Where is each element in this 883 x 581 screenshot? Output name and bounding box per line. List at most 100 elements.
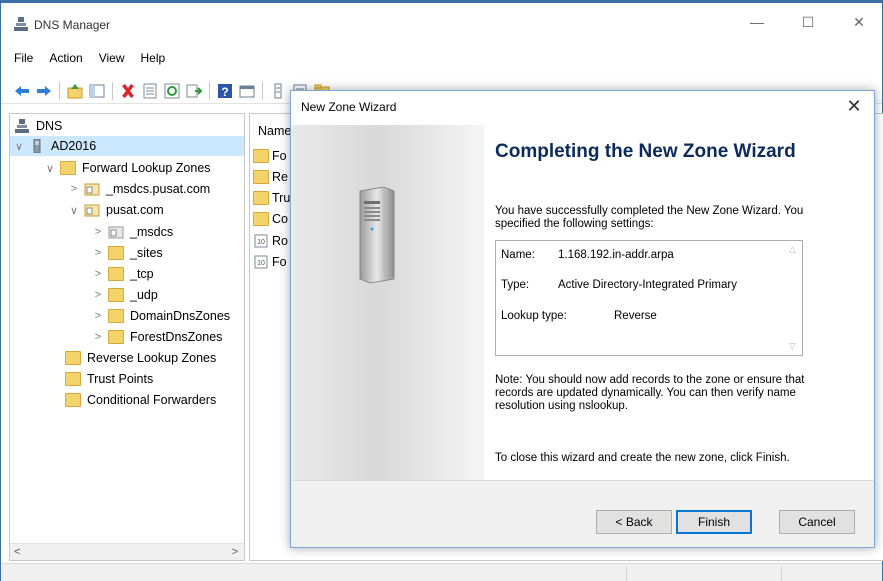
folder-icon [65, 393, 81, 407]
list-item[interactable]: 10 Ro [253, 231, 288, 251]
dialog-title-bar: New Zone Wizard ✕ [291, 91, 874, 125]
wizard-closing-text: To close this wizard and create the new … [495, 452, 790, 464]
tree-node-udp[interactable]: > _udp [91, 285, 158, 305]
tree-node-forestdnszones[interactable]: > ForestDnsZones [91, 327, 222, 347]
menu-file[interactable]: File [1, 48, 41, 70]
minimize-button[interactable]: — [742, 14, 772, 34]
folder-icon [108, 309, 124, 323]
cancel-button[interactable]: Cancel [779, 510, 855, 534]
tree-node-trust-points[interactable]: Trust Points [65, 369, 153, 389]
new-zone-wizard-dialog: New Zone Wizard ✕ Completing the New Zon… [290, 90, 875, 548]
list-item[interactable]: 10 Fo [253, 252, 287, 272]
maximize-button[interactable]: ☐ [793, 14, 823, 34]
settings-scrollbar[interactable]: △ ▽ [785, 241, 802, 355]
tree-label: AD2016 [51, 139, 97, 153]
list-item[interactable]: Co [253, 209, 288, 229]
status-bar [1, 563, 882, 581]
folder-icon [65, 372, 81, 386]
menu-view[interactable]: View [91, 48, 133, 70]
forwarders-icon: 10 [254, 255, 268, 269]
horizontal-scrollbar[interactable]: < > [10, 543, 244, 560]
scroll-down-icon[interactable]: ▽ [789, 341, 796, 352]
record-icon[interactable] [269, 82, 287, 100]
tree-node-reverse-lookup-zones[interactable]: Reverse Lookup Zones [65, 348, 216, 368]
tree-node-conditional-forwarders[interactable]: Conditional Forwarders [65, 390, 216, 410]
chevron-down-icon[interactable]: ∨ [43, 162, 57, 175]
tree-node-forward-lookup-zones[interactable]: ∨ Forward Lookup Zones [43, 158, 211, 178]
folder-icon [108, 288, 124, 302]
properties-icon[interactable] [141, 82, 159, 100]
chevron-right-icon[interactable]: > [91, 310, 105, 322]
window-close-button[interactable]: ✕ [844, 14, 874, 34]
menu-action[interactable]: Action [41, 48, 90, 70]
dialog-close-button[interactable]: ✕ [844, 96, 864, 117]
folder-icon [65, 351, 81, 365]
delegation-icon [108, 226, 124, 239]
list-item[interactable]: Re [253, 167, 288, 187]
chevron-right-icon[interactable]: > [67, 183, 81, 195]
tree-label: DNS [36, 119, 63, 133]
chevron-right-icon[interactable]: > [91, 268, 105, 280]
svg-text:10: 10 [257, 260, 265, 267]
root-hints-icon: 10 [254, 234, 268, 248]
scroll-right-icon[interactable]: > [232, 546, 238, 558]
forward-icon[interactable] [35, 82, 53, 100]
scroll-up-icon[interactable]: △ [789, 244, 796, 255]
chevron-right-icon[interactable]: > [91, 331, 105, 343]
folder-icon [108, 330, 124, 344]
help-icon[interactable]: ? [216, 82, 234, 100]
menu-help[interactable]: Help [133, 48, 174, 70]
console-tree[interactable]: DNS ∨ AD2016 ∨ Forward Lookup Zones > _m… [9, 113, 245, 561]
wizard-content: Completing the New Zone Wizard You have … [484, 125, 874, 480]
chevron-right-icon[interactable]: > [91, 289, 105, 301]
server-tower-icon [359, 186, 395, 284]
column-header-name[interactable]: Name [258, 124, 291, 138]
tree-node-msdcs[interactable]: > _msdcs [91, 222, 173, 242]
finish-button[interactable]: Finish [676, 510, 752, 534]
tree-label: Conditional Forwarders [87, 393, 217, 407]
server-icon [33, 139, 41, 153]
tree-node-dns[interactable]: DNS [14, 116, 62, 136]
setting-name: Name: 1.168.192.in-addr.arpa [501, 249, 674, 261]
back-button[interactable]: < Back [596, 510, 672, 534]
settings-summary-box[interactable]: Name: 1.168.192.in-addr.arpa Type: Active … [495, 240, 803, 356]
status-divider [781, 567, 782, 581]
toolbar-separator [112, 81, 113, 100]
folder-icon [253, 212, 269, 226]
dialog-divider [292, 480, 874, 481]
list-item[interactable]: Fo [253, 146, 287, 166]
tree-node-msdcs-zone[interactable]: > _msdcs.pusat.com [67, 179, 210, 199]
scroll-left-icon[interactable]: < [14, 546, 20, 558]
refresh-icon[interactable] [163, 82, 181, 100]
view-icon[interactable] [238, 82, 256, 100]
wizard-intro-text: You have successfully completed the New … [495, 205, 804, 230]
up-folder-icon[interactable] [66, 82, 84, 100]
menu-bar: File Action View Help [1, 48, 173, 70]
delete-icon[interactable] [119, 82, 137, 100]
window-title: DNS Manager [34, 18, 111, 32]
tree-label: Trust Points [87, 372, 154, 386]
folder-icon [253, 170, 269, 184]
chevron-down-icon[interactable]: ∨ [12, 140, 26, 153]
tree-node-server[interactable]: ∨ AD2016 [10, 136, 244, 156]
chevron-down-icon[interactable]: ∨ [67, 204, 81, 217]
tree-node-pusat-zone[interactable]: ∨ pusat.com [67, 200, 164, 220]
zone-icon [84, 183, 100, 196]
svg-text:?: ? [221, 85, 228, 99]
dns-icon [15, 119, 29, 133]
export-icon[interactable] [185, 82, 203, 100]
show-hide-tree-icon[interactable] [88, 82, 106, 100]
tree-label: _msdcs [130, 225, 174, 239]
tree-label: pusat.com [106, 203, 164, 217]
title-bar: DNS Manager — ☐ ✕ [1, 3, 882, 39]
setting-type: Type: Active Directory-Integrated Primary [501, 279, 737, 291]
tree-node-domaindnszones[interactable]: > DomainDnsZones [91, 306, 230, 326]
list-item[interactable]: Tru [253, 188, 290, 208]
zone-icon [84, 204, 100, 217]
chevron-right-icon[interactable]: > [91, 247, 105, 259]
tree-label: _msdcs.pusat.com [106, 182, 211, 196]
tree-node-sites[interactable]: > _sites [91, 243, 163, 263]
back-icon[interactable] [13, 82, 31, 100]
tree-node-tcp[interactable]: > _tcp [91, 264, 154, 284]
chevron-right-icon[interactable]: > [91, 226, 105, 238]
